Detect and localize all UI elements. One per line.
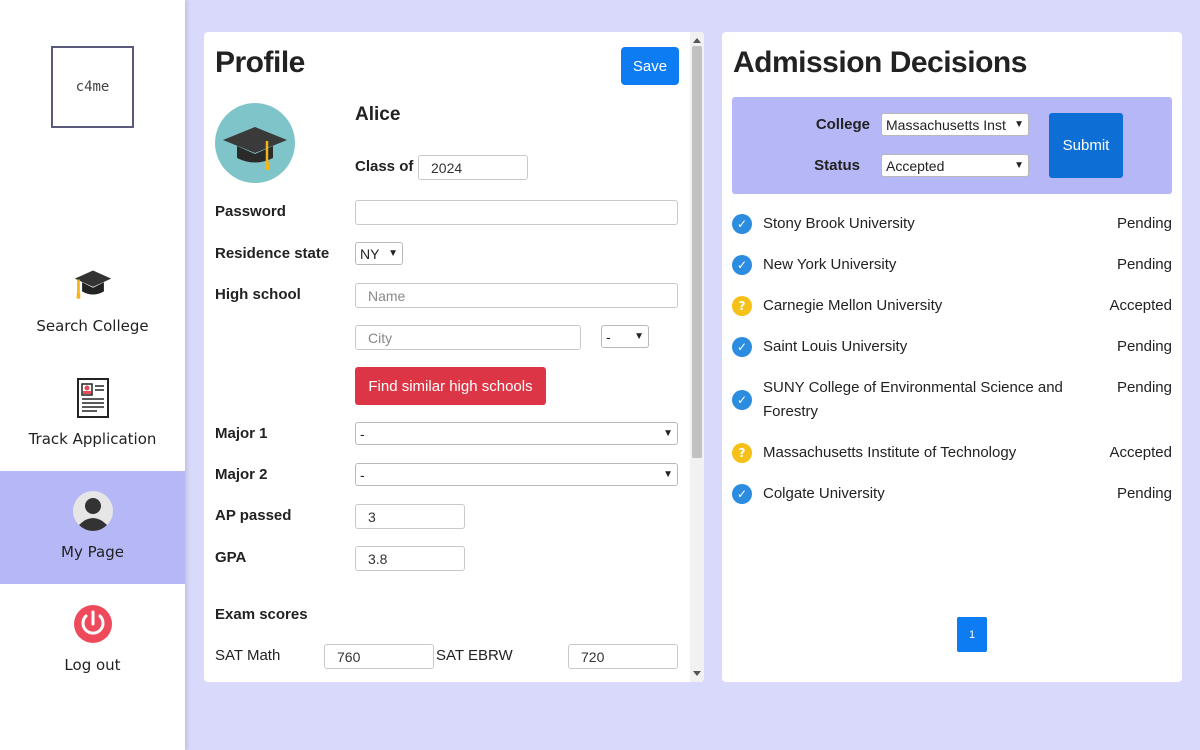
ap-passed-field[interactable]: 3	[355, 504, 465, 529]
document-icon	[73, 378, 113, 418]
ap-passed-label: AP passed	[215, 507, 292, 524]
check-circle-icon: ✓	[732, 484, 752, 504]
nav-my-page[interactable]: My Page	[0, 471, 185, 584]
major-1-label: Major 1	[215, 425, 268, 442]
gpa-label: GPA	[215, 549, 247, 566]
list-item[interactable]: ? Massachusetts Institute of Technology …	[732, 441, 1172, 482]
major-1-select[interactable]: - ▼	[355, 422, 678, 445]
graduation-cap-icon	[73, 265, 113, 305]
sat-math-field[interactable]: 760	[324, 644, 434, 669]
decision-status: Pending	[1116, 215, 1172, 232]
college-label: College	[815, 116, 870, 133]
exam-scores-label: Exam scores	[215, 606, 308, 623]
check-circle-icon: ✓	[732, 255, 752, 275]
high-school-label: High school	[215, 286, 301, 303]
scroll-up-arrow-icon[interactable]	[693, 38, 701, 43]
nav-track-application[interactable]: Track Application	[0, 358, 185, 471]
sidebar: c4me Search College Track Application My…	[0, 0, 185, 750]
status-label: Status	[814, 157, 860, 174]
user-name: Alice	[355, 104, 401, 125]
profile-scrollbar[interactable]	[690, 32, 704, 682]
admission-title: Admission Decisions	[733, 46, 1027, 79]
residence-state-label: Residence state	[215, 245, 330, 262]
college-select-value: Massachusetts Inst	[886, 116, 1006, 133]
chevron-down-icon: ▼	[634, 331, 644, 342]
question-circle-icon: ?	[732, 296, 752, 316]
password-label: Password	[215, 203, 286, 220]
sat-ebrw-label: SAT EBRW	[436, 647, 513, 664]
major-2-value: -	[360, 466, 365, 483]
college-select[interactable]: Massachusetts Inst ▼	[881, 113, 1029, 136]
check-circle-icon: ✓	[732, 390, 752, 410]
decision-college-name: New York University	[763, 256, 897, 273]
decision-college-name: Saint Louis University	[763, 338, 908, 355]
major-2-select[interactable]: - ▼	[355, 463, 678, 486]
high-school-state-select[interactable]: - ▼	[601, 325, 649, 348]
question-circle-icon: ?	[732, 443, 752, 463]
decision-status: Pending	[1116, 485, 1172, 502]
graduation-cap-icon	[223, 127, 287, 170]
submit-button[interactable]: Submit	[1049, 113, 1123, 178]
nav-label: Log out	[64, 656, 121, 674]
residence-state-select[interactable]: NY ▼	[355, 242, 403, 265]
nav-label: My Page	[61, 543, 124, 561]
decision-status: Pending	[1116, 338, 1172, 355]
status-select[interactable]: Accepted ▼	[881, 154, 1029, 177]
decision-college-name: Carnegie Mellon University	[763, 297, 943, 314]
decision-filter-form: College Massachusetts Inst ▼ Status Acce…	[732, 97, 1172, 194]
chevron-down-icon: ▼	[663, 469, 673, 480]
chevron-down-icon: ▼	[663, 428, 673, 439]
sat-ebrw-field[interactable]: 720	[568, 644, 678, 669]
class-of-label: Class of	[355, 158, 414, 175]
nav-label: Track Application	[28, 430, 157, 448]
chevron-down-icon: ▼	[1014, 119, 1024, 130]
high-school-city-input[interactable]: City	[355, 325, 581, 350]
list-item[interactable]: ✓ Saint Louis University Pending	[732, 335, 1172, 376]
profile-avatar	[215, 103, 295, 183]
check-circle-icon: ✓	[732, 214, 752, 234]
gpa-field[interactable]: 3.8	[355, 546, 465, 571]
list-item[interactable]: ? Carnegie Mellon University Accepted	[732, 294, 1172, 335]
profile-panel: Profile Save Alice Class of 2024 Passwor…	[204, 32, 704, 682]
save-button[interactable]: Save	[621, 47, 679, 85]
password-field[interactable]	[355, 200, 678, 225]
app-logo[interactable]: c4me	[51, 46, 134, 128]
nav-search-college[interactable]: Search College	[0, 245, 185, 358]
list-item[interactable]: ✓ Stony Brook University Pending	[732, 212, 1172, 253]
decision-college-name: Massachusetts Institute of Technology	[763, 444, 1017, 461]
scroll-down-arrow-icon[interactable]	[693, 671, 701, 676]
sat-math-label: SAT Math	[215, 647, 281, 664]
decision-list: ✓ Stony Brook University Pending ✓ New Y…	[732, 212, 1172, 523]
user-avatar-icon	[72, 491, 113, 531]
find-similar-high-schools-button[interactable]: Find similar high schools	[355, 367, 546, 405]
list-item[interactable]: ✓ SUNY College of Environmental Science …	[732, 376, 1172, 441]
power-icon	[73, 604, 113, 644]
major-2-label: Major 2	[215, 466, 268, 483]
nav-label: Search College	[36, 317, 149, 335]
decision-status: Accepted	[1109, 297, 1172, 314]
high-school-name-input[interactable]: Name	[355, 283, 678, 308]
major-1-value: -	[360, 425, 365, 442]
class-of-field[interactable]: 2024	[418, 155, 528, 180]
nav-log-out[interactable]: Log out	[0, 584, 185, 697]
logo-text: c4me	[75, 79, 110, 95]
profile-title: Profile	[215, 46, 305, 79]
status-select-value: Accepted	[886, 157, 945, 174]
decision-status: Pending	[1116, 256, 1172, 273]
admission-decisions-panel: Admission Decisions College Massachusett…	[722, 32, 1182, 682]
scroll-thumb[interactable]	[692, 46, 702, 458]
high-school-state-value: -	[606, 328, 611, 345]
check-circle-icon: ✓	[732, 337, 752, 357]
decision-college-name: SUNY College of Environmental Science an…	[763, 379, 1063, 420]
list-item[interactable]: ✓ New York University Pending	[732, 253, 1172, 294]
chevron-down-icon: ▼	[388, 248, 398, 259]
residence-state-value: NY	[360, 245, 380, 262]
decision-college-name: Colgate University	[763, 485, 885, 502]
pagination-page-button[interactable]: 1	[957, 617, 987, 652]
list-item[interactable]: ✓ Colgate University Pending	[732, 482, 1172, 523]
chevron-down-icon: ▼	[1014, 160, 1024, 171]
decision-status: Accepted	[1109, 444, 1172, 461]
decision-college-name: Stony Brook University	[763, 215, 915, 232]
decision-status: Pending	[1116, 379, 1172, 396]
